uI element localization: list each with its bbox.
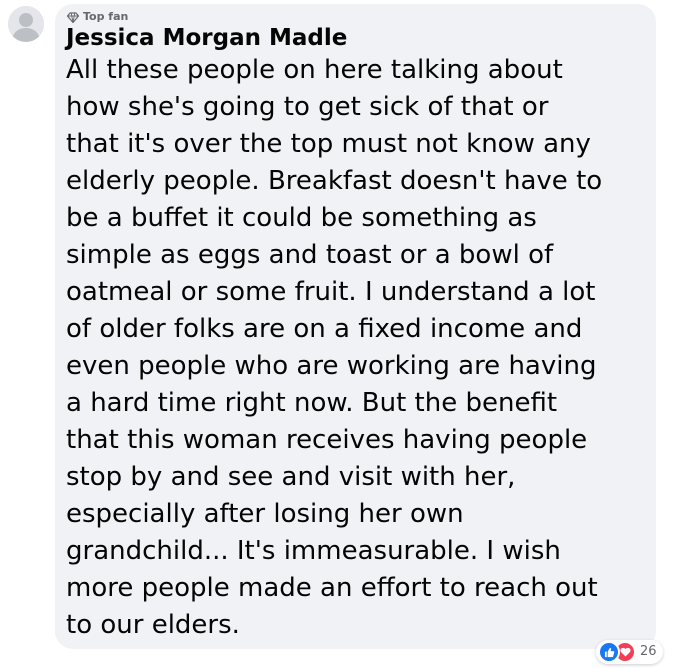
like-icon xyxy=(598,641,620,663)
reaction-summary[interactable]: 26 xyxy=(596,640,663,664)
top-fan-badge[interactable]: Top fan xyxy=(67,10,128,24)
comment-author[interactable]: Jessica Morgan Madle xyxy=(66,24,347,52)
avatar[interactable] xyxy=(8,6,44,42)
badge-label: Top fan xyxy=(83,10,129,23)
reaction-count: 26 xyxy=(640,644,657,659)
default-avatar-icon xyxy=(8,6,44,42)
diamond-icon xyxy=(67,11,79,23)
comment-text: All these people on here talking about h… xyxy=(66,55,603,640)
comment-bubble: Top fan Jessica Morgan Madle All these p… xyxy=(55,4,656,649)
